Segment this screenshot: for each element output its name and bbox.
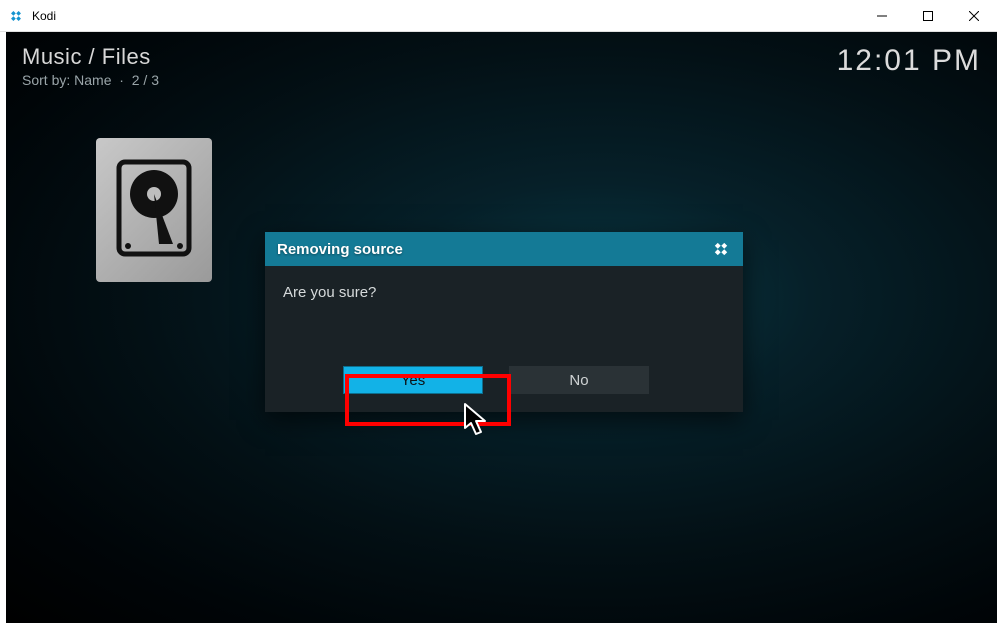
kodi-main-window: Music / Files Sort by: Name · 2 / 3 12:0…	[6, 32, 997, 623]
no-button[interactable]: No	[509, 366, 649, 394]
kodi-logo-icon	[711, 239, 731, 259]
sort-info: Sort by: Name · 2 / 3	[22, 72, 159, 88]
dialog-title: Removing source	[277, 241, 403, 258]
window-title: Kodi	[32, 9, 859, 23]
dialog-header: Removing source	[265, 232, 743, 266]
close-button[interactable]	[951, 0, 997, 32]
dialog-body: Are you sure?	[265, 266, 743, 366]
harddrive-icon	[115, 158, 193, 263]
maximize-button[interactable]	[905, 0, 951, 32]
sort-separator: ·	[115, 72, 131, 88]
window-controls	[859, 0, 997, 32]
sort-prefix: Sort by:	[22, 72, 74, 88]
item-count: 2 / 3	[132, 72, 159, 88]
breadcrumb: Music / Files	[22, 44, 159, 70]
confirm-dialog: Removing source Are you sure? Yes No	[265, 232, 743, 412]
page-header: Music / Files Sort by: Name · 2 / 3	[22, 44, 159, 88]
window-titlebar: Kodi	[0, 0, 997, 32]
sort-value: Name	[74, 72, 111, 88]
yes-button[interactable]: Yes	[343, 366, 483, 394]
clock: 12:01 PM	[837, 44, 981, 78]
minimize-button[interactable]	[859, 0, 905, 32]
kodi-app-icon	[8, 8, 24, 24]
dialog-button-row: Yes No	[265, 366, 743, 412]
dialog-message: Are you sure?	[283, 284, 725, 301]
source-thumbnail	[96, 138, 212, 282]
